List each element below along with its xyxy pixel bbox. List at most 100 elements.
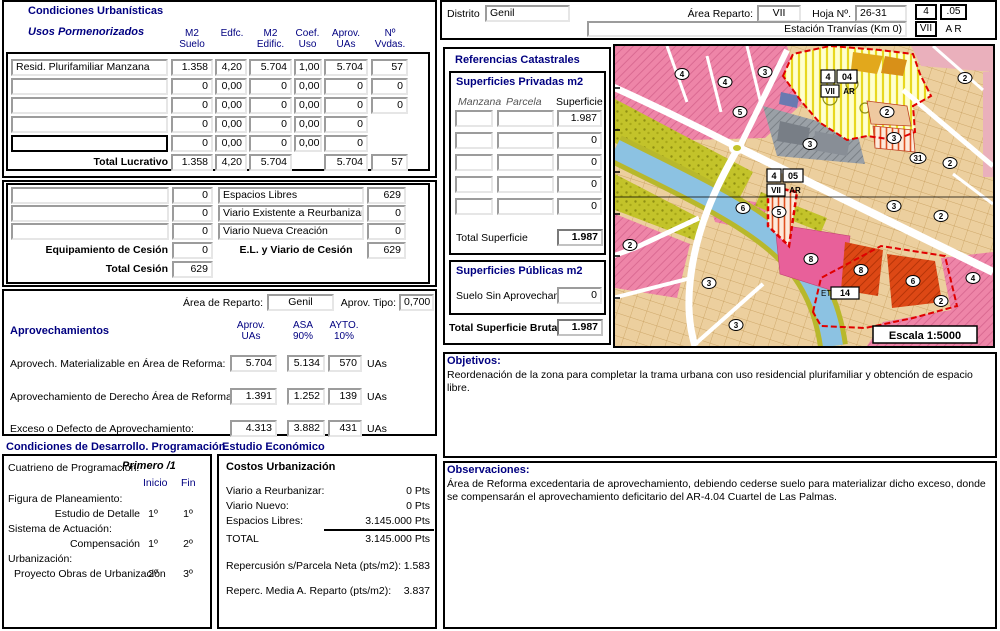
objetivos-text: Reordenación de la zona para completar l… [447, 369, 989, 395]
map-et-label: ET [821, 289, 831, 298]
superficie-field[interactable]: 0 [557, 176, 602, 193]
hoja-field[interactable]: 26-31 [855, 5, 907, 22]
coef-field[interactable]: 0,00 [294, 135, 322, 152]
map-ar404-c: VII [825, 87, 835, 96]
uas-unit-label: UAs [367, 391, 387, 403]
parcela-field[interactable] [497, 176, 554, 193]
viario-nuevo-label: Viario Nuevo: [226, 500, 289, 512]
costos-urbanizacion-title: Costos Urbanización [226, 461, 335, 473]
viario-existente-field[interactable]: Viario Existente a Reurbanizar [218, 205, 364, 222]
coef-field[interactable]: 0,00 [294, 97, 322, 114]
parcela-field[interactable] [497, 154, 554, 171]
edfc-field[interactable]: 0,00 [215, 78, 247, 95]
cesion-value-field[interactable]: 0 [172, 205, 213, 222]
urbanizacion-value: Proyecto Obras de Urbanización [14, 568, 166, 580]
m2edific-field[interactable]: 0 [249, 135, 292, 152]
suelo-sin-aprovecham-label: Suelo Sin Aprovecham. [456, 290, 565, 302]
vvdas-field[interactable]: 0 [371, 97, 408, 114]
viario-nuevo-field[interactable]: Viario Nueva Creación [218, 223, 364, 240]
manzana-field[interactable] [455, 176, 493, 193]
superficie-field[interactable]: 0 [557, 132, 602, 149]
parcela-field[interactable] [497, 110, 554, 127]
aprov-value-field: 4.313 [230, 420, 277, 437]
vvdas-field[interactable]: 0 [371, 78, 408, 95]
total-m2edific-field: 5.704 [249, 154, 292, 171]
uas-unit-label: UAs [367, 358, 387, 370]
map-circle-label: 5 [738, 108, 743, 117]
manzana-field[interactable] [455, 132, 493, 149]
uso-field[interactable] [11, 135, 168, 152]
m2edific-field[interactable]: 0 [249, 97, 292, 114]
viario-nuevo-value-field[interactable]: 0 [367, 223, 406, 240]
cesion-field[interactable] [11, 187, 169, 204]
distrito-field[interactable]: Genil [485, 5, 570, 22]
el-viario-value-field: 629 [367, 242, 406, 259]
m2edific-field[interactable]: 0 [249, 116, 292, 133]
superficie-field[interactable]: 0 [557, 154, 602, 171]
aprov-field[interactable]: 0 [324, 78, 368, 95]
suelo-sin-aprovecham-field[interactable]: 0 [557, 287, 602, 304]
zoning-map-svg: 4 4 3 5 3 2 3 31 2 2 3 2 5 6 2 8 8 6 4 2… [615, 46, 993, 346]
edfc-field[interactable]: 0,00 [215, 97, 247, 114]
fin-value: 1º [179, 508, 197, 520]
aprov-field[interactable]: 5.704 [324, 59, 368, 76]
aprov-field[interactable]: 0 [324, 116, 368, 133]
espacios-libres-field[interactable]: Espacios Libres [218, 187, 364, 204]
total-edfc-field: 4,20 [215, 154, 247, 171]
m2suelo-field[interactable]: 1.358 [171, 59, 213, 76]
coef-field[interactable]: 0,00 [294, 78, 322, 95]
manzana-field[interactable] [455, 198, 493, 215]
viario-existente-value-field[interactable]: 0 [367, 205, 406, 222]
aprov-value-field: 1.391 [230, 388, 277, 405]
uso-field[interactable] [11, 78, 168, 95]
espacios-libres-value-field[interactable]: 629 [367, 187, 406, 204]
total-cesion-value-field: 629 [172, 261, 213, 278]
equipamiento-value-field[interactable]: 0 [172, 242, 213, 259]
superficie-field[interactable]: 1.987 [557, 110, 602, 127]
edfc-field[interactable]: 4,20 [215, 59, 247, 76]
uso-field[interactable] [11, 116, 168, 133]
edfc-field[interactable]: 0,00 [215, 135, 247, 152]
map-ar405-label: 4 05 VII AR [767, 169, 803, 196]
cesion-field[interactable] [11, 223, 169, 240]
manzana-field[interactable] [455, 154, 493, 171]
parcela-field[interactable] [497, 198, 554, 215]
nombre-field[interactable]: Estación Tranvías (Km 0) [587, 21, 907, 37]
m2edific-field[interactable]: 5.704 [249, 59, 292, 76]
m2suelo-field[interactable]: 0 [171, 78, 213, 95]
col-edfc: Edfc. [216, 28, 248, 39]
sheet-type-label: A R [940, 24, 967, 35]
manzana-field[interactable] [455, 110, 493, 127]
coef-field[interactable]: 0,00 [294, 116, 322, 133]
edfc-field[interactable]: 0,00 [215, 116, 247, 133]
superficie-field[interactable]: 0 [557, 198, 602, 215]
aprov-field[interactable]: 0 [324, 97, 368, 114]
m2suelo-field[interactable]: 0 [171, 135, 213, 152]
map-ar405-d: AR [789, 186, 801, 195]
total-superficie-field: 1.987 [557, 229, 603, 246]
uso-field[interactable] [11, 97, 168, 114]
map-circle-label: 8 [859, 266, 864, 275]
col-manzana: Manzana [458, 96, 501, 108]
m2suelo-field[interactable]: 0 [171, 97, 213, 114]
usos-subtitle: Usos Pormenorizados [28, 26, 144, 38]
coef-field[interactable]: 1,00 [294, 59, 322, 76]
aprov-tipo-field[interactable]: 0,700 [399, 294, 434, 311]
parcela-field[interactable] [497, 132, 554, 149]
cesion-value-field[interactable]: 0 [172, 187, 213, 204]
m2edific-field[interactable]: 0 [249, 78, 292, 95]
cuatrienio-value: Primero /1 [122, 460, 176, 472]
aprov-field[interactable]: 0 [324, 135, 368, 152]
area-reparto-field[interactable]: Genil [267, 294, 334, 311]
map-circle-label: 3 [892, 202, 897, 211]
col-aprov: Aprov.UAs [324, 28, 368, 50]
vvdas-field[interactable]: 57 [371, 59, 408, 76]
m2suelo-field[interactable]: 0 [171, 116, 213, 133]
cesion-value-field[interactable]: 0 [172, 223, 213, 240]
fin-header: Fin [181, 477, 196, 489]
referencias-title: Referencias Catastrales [455, 54, 580, 66]
cesion-field[interactable] [11, 205, 169, 222]
ficha-urbanistica-form: Condiciones Urbanísticas Usos Pormenoriz… [0, 0, 1000, 631]
el-viario-label: E.L. y Viario de Cesión [228, 244, 364, 256]
uso-field[interactable]: Resid. Plurifamiliar Manzana [11, 59, 168, 76]
